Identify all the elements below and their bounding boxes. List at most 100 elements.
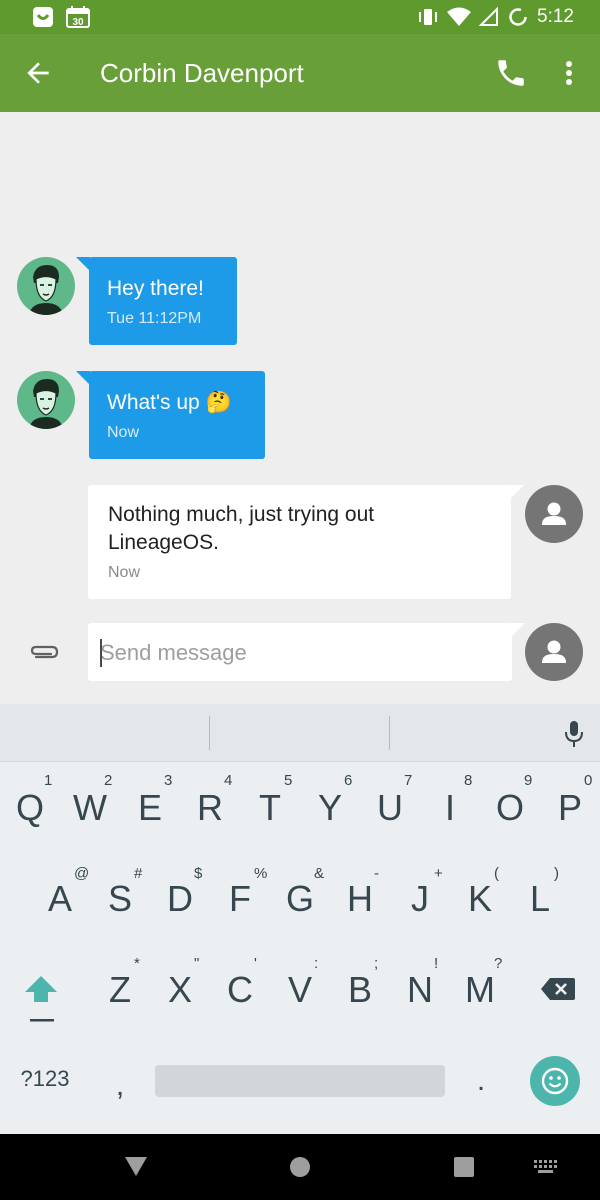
- bubble-tail: [76, 257, 90, 271]
- key-s[interactable]: S: [95, 879, 145, 919]
- key-b[interactable]: B: [335, 970, 385, 1010]
- signal-icon: [479, 7, 499, 26]
- key-j[interactable]: J: [395, 879, 445, 919]
- key-hint: ': [254, 955, 257, 972]
- emoji-icon: [541, 1067, 569, 1095]
- key-z[interactable]: Z: [95, 970, 145, 1010]
- microphone-icon[interactable]: [563, 719, 585, 749]
- key-m[interactable]: M: [455, 970, 505, 1010]
- key-hint: ): [554, 865, 559, 882]
- key-f[interactable]: F: [215, 879, 265, 919]
- key-a[interactable]: A: [35, 879, 85, 919]
- key-q[interactable]: Q: [5, 788, 55, 828]
- message-timestamp: Now: [108, 564, 141, 581]
- key-hint: -: [374, 865, 379, 882]
- key-g[interactable]: G: [275, 879, 325, 919]
- key-hint: (: [494, 865, 499, 882]
- key-hint: 5: [284, 772, 293, 789]
- key-r[interactable]: R: [185, 788, 235, 828]
- key-l[interactable]: L: [515, 879, 565, 919]
- key-i[interactable]: I: [425, 788, 475, 828]
- key-hint: *: [134, 955, 140, 972]
- send-avatar-button[interactable]: [525, 623, 583, 681]
- key-u[interactable]: U: [365, 788, 415, 828]
- status-indicators: 5:12: [417, 5, 574, 29]
- emoji-key[interactable]: [530, 1056, 580, 1106]
- calendar-day-text: 30: [72, 17, 84, 28]
- incoming-message-bubble[interactable]: What's up 🤔 Now: [76, 371, 265, 459]
- message-text: Nothing much, just trying out LineageOS.: [108, 501, 374, 557]
- key-hint: 8: [464, 772, 473, 789]
- key-hint: 2: [104, 772, 113, 789]
- contact-avatar[interactable]: [17, 371, 75, 429]
- key-hint: 4: [224, 772, 233, 789]
- suggestion-strip[interactable]: [0, 704, 600, 762]
- status-bar: 30 5:12: [0, 0, 600, 34]
- shift-key-icon[interactable]: [22, 974, 60, 1024]
- message-composer[interactable]: [88, 623, 525, 681]
- key-hint: @: [74, 865, 90, 882]
- status-notifications: 30: [32, 6, 90, 28]
- comma-key[interactable]: ,: [105, 1066, 135, 1106]
- key-y[interactable]: Y: [305, 788, 355, 828]
- key-o[interactable]: O: [485, 788, 535, 828]
- key-h[interactable]: H: [335, 879, 385, 919]
- wifi-icon: [447, 7, 472, 26]
- message-thread[interactable]: Hey there! Tue 11:12PM What's up 🤔 Now N…: [0, 112, 600, 704]
- on-screen-keyboard: Q1W2E3R4T5Y6U7I8O9P0 A @ S # D $ F% G & H - J + K(L) …: [0, 704, 600, 1134]
- symbols-key[interactable]: ?123: [10, 1064, 80, 1094]
- keyboard-switcher-icon[interactable]: [532, 1158, 558, 1176]
- spacebar[interactable]: [155, 1065, 445, 1097]
- attach-icon[interactable]: [28, 640, 60, 664]
- key-v[interactable]: V: [275, 970, 325, 1010]
- period-key[interactable]: .: [466, 1061, 496, 1101]
- calendar-icon: 30: [66, 6, 90, 28]
- nav-recents-icon[interactable]: [453, 1156, 475, 1178]
- back-arrow-icon[interactable]: [22, 57, 54, 89]
- suggestion-divider: [389, 716, 390, 750]
- key-hint: ;: [374, 955, 379, 972]
- overflow-menu-icon[interactable]: [556, 56, 582, 90]
- self-avatar[interactable]: [525, 485, 583, 543]
- person-icon: [542, 640, 566, 663]
- bubble-tail: [76, 371, 90, 385]
- message-input[interactable]: [100, 638, 490, 668]
- key-p[interactable]: P: [545, 788, 595, 828]
- phone-icon[interactable]: [494, 56, 528, 90]
- contact-avatar-image: [17, 257, 75, 315]
- suggestion-divider: [209, 716, 210, 750]
- key-hint: %: [254, 865, 268, 882]
- nav-back-icon[interactable]: [124, 1155, 148, 1177]
- battery-icon: [509, 8, 527, 26]
- key-x[interactable]: X: [155, 970, 205, 1010]
- vibrate-icon: [419, 9, 438, 25]
- key-c[interactable]: C: [215, 970, 265, 1010]
- key-hint: &: [314, 865, 325, 882]
- key-hint: ?: [494, 955, 503, 972]
- nav-home-icon[interactable]: [289, 1156, 311, 1178]
- key-hint: #: [134, 865, 143, 882]
- message-timestamp: Tue 11:12PM: [107, 310, 202, 327]
- system-navigation-bar: [0, 1134, 600, 1200]
- key-d[interactable]: D: [155, 879, 205, 919]
- incoming-message-bubble[interactable]: Hey there! Tue 11:12PM: [76, 257, 237, 345]
- person-icon: [542, 502, 566, 525]
- key-e[interactable]: E: [125, 788, 175, 828]
- key-hint: 0: [584, 772, 593, 789]
- text-cursor: [100, 639, 102, 667]
- clock: 5:12: [537, 6, 574, 27]
- message-text-line: LineageOS.: [108, 531, 219, 554]
- backspace-key-icon[interactable]: [540, 976, 576, 1002]
- key-k[interactable]: K: [455, 879, 505, 919]
- key-n[interactable]: N: [395, 970, 445, 1010]
- outgoing-message-bubble[interactable]: Nothing much, just trying out LineageOS.…: [88, 485, 524, 599]
- key-w[interactable]: W: [65, 788, 115, 828]
- message-text: Hey there!: [107, 277, 204, 300]
- contact-avatar-image: [17, 371, 75, 429]
- app-bar: Corbin Davenport: [0, 34, 600, 112]
- key-hint: 6: [344, 772, 353, 789]
- contact-avatar[interactable]: [17, 257, 75, 315]
- key-t[interactable]: T: [245, 788, 295, 828]
- key-hint: 7: [404, 772, 413, 789]
- conversation-title: Corbin Davenport: [100, 58, 304, 88]
